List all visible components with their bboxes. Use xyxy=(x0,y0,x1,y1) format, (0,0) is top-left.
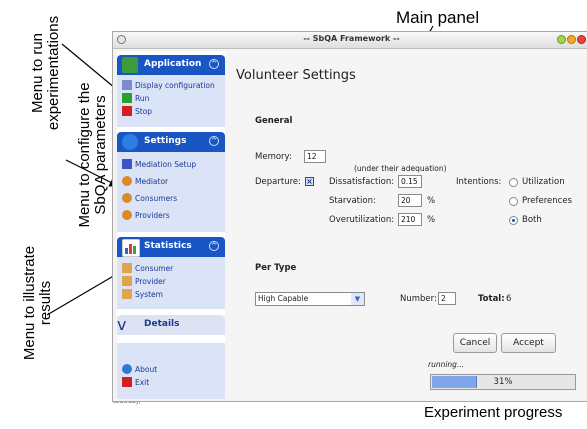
collapse-chevron-icon[interactable]: ^ xyxy=(209,241,219,251)
dissatisfaction-label: Dissatisfaction: xyxy=(329,177,395,187)
progress-label: 31% xyxy=(493,377,513,387)
radio-both[interactable] xyxy=(509,216,518,225)
users-icon xyxy=(122,210,132,220)
adequation-note: (under their adequation) xyxy=(354,164,447,173)
preferences-option-label: Preferences xyxy=(522,196,572,206)
sidebar-item-consumer-stats[interactable]: Consumer xyxy=(122,263,173,276)
statistics-group: Consumer Provider System xyxy=(117,257,225,309)
display-config-icon xyxy=(122,80,132,90)
per-type-heading: Per Type xyxy=(255,263,297,273)
intentions-label: Intentions: xyxy=(456,177,502,187)
sidebar-item-provider-stats[interactable]: Provider xyxy=(122,276,166,289)
starvation-input[interactable]: 20 xyxy=(398,194,422,207)
overutilization-unit: % xyxy=(427,215,436,225)
sidebar-item-about[interactable]: About xyxy=(122,364,157,377)
collapse-chevron-icon[interactable]: ^ xyxy=(209,136,219,146)
total-label: Total: xyxy=(478,294,505,304)
application-header-label: Application xyxy=(144,59,202,69)
title-bar[interactable]: -- SbQA Framework -- xyxy=(113,32,587,49)
sidebar-item-consumers[interactable]: Consumers xyxy=(122,193,177,206)
details-header-label: Details xyxy=(144,319,180,329)
maximize-button[interactable] xyxy=(567,35,576,44)
both-option-label: Both xyxy=(522,215,542,225)
green-flag-icon xyxy=(122,93,132,103)
departure-label: Departure: xyxy=(255,177,301,187)
main-panel: Volunteer Settings General Memory: 12 (u… xyxy=(226,49,587,400)
minimize-button[interactable] xyxy=(557,35,566,44)
number-input[interactable]: 2 xyxy=(438,292,456,305)
collapse-chevron-icon[interactable]: ^ xyxy=(209,59,219,69)
user-icon xyxy=(122,289,132,299)
details-section-header[interactable]: Details v xyxy=(117,315,225,335)
memory-input[interactable]: 12 xyxy=(304,150,326,163)
departure-checkbox[interactable]: × xyxy=(305,177,314,186)
stats-menu-annotation: Menu to illustrate results xyxy=(21,245,54,361)
application-section-header[interactable]: Application ^ xyxy=(117,55,225,75)
settings-header-label: Settings xyxy=(144,136,187,146)
sidebar-item-exit[interactable]: Exit xyxy=(122,377,149,390)
type-select-value: High Capable xyxy=(258,294,309,303)
overutilization-input[interactable]: 210 xyxy=(398,213,422,226)
sidebar-item-mediator[interactable]: Mediator xyxy=(122,176,168,189)
overutilization-label: Overutilization: xyxy=(329,215,395,225)
sidebar: Application ^ Display configuration Run … xyxy=(117,51,225,399)
user-icon xyxy=(122,263,132,273)
red-flag-icon xyxy=(122,106,132,116)
app-window: -- SbQA Framework -- Application ^ Displ… xyxy=(112,31,587,402)
bar-chart-icon xyxy=(122,239,140,257)
number-label: Number: xyxy=(400,294,437,304)
run-menu-annotation: Menu to run experimentations xyxy=(29,15,62,131)
config-menu-annotation: Menu to configure the SbQA parameters xyxy=(76,82,109,228)
application-icon xyxy=(122,57,138,73)
sidebar-item-system-stats[interactable]: System xyxy=(122,289,163,302)
mediation-setup-icon xyxy=(122,159,132,169)
exit-icon xyxy=(122,377,132,387)
dissatisfaction-input[interactable]: 0.15 xyxy=(398,175,422,188)
settings-section-header[interactable]: Settings ^ xyxy=(117,132,225,152)
sidebar-item-providers[interactable]: Providers xyxy=(122,210,170,223)
close-button[interactable] xyxy=(577,35,586,44)
starvation-label: Starvation: xyxy=(329,196,376,206)
users-icon xyxy=(122,176,132,186)
sidebar-item-stop[interactable]: Stop xyxy=(122,106,152,119)
utilization-option-label: Utilization xyxy=(522,177,565,187)
settings-group: Mediation Setup Mediator Consumers Provi… xyxy=(117,152,225,232)
sidebar-item-run[interactable]: Run xyxy=(122,93,149,106)
accept-button[interactable]: Accept xyxy=(501,333,556,353)
page-title: Volunteer Settings xyxy=(236,68,356,83)
general-heading: General xyxy=(255,116,293,126)
chevron-down-icon[interactable]: ▼ xyxy=(351,292,365,306)
window-title: -- SbQA Framework -- xyxy=(303,34,400,43)
experiment-progress-annotation: Experiment progress xyxy=(424,404,563,421)
memory-label: Memory: xyxy=(255,152,292,162)
settings-icon xyxy=(122,134,138,150)
status-text: running... xyxy=(428,360,465,369)
sidebar-item-mediation-setup[interactable]: Mediation Setup xyxy=(122,159,196,172)
users-icon xyxy=(122,193,132,203)
total-value: 6 xyxy=(506,294,512,304)
progress-bar: 31% xyxy=(430,374,576,390)
user-icon xyxy=(122,276,132,286)
details-group: About Exit xyxy=(117,343,225,399)
application-group: Display configuration Run Stop xyxy=(117,75,225,127)
info-icon xyxy=(122,364,132,374)
type-select[interactable]: High Capable xyxy=(255,292,353,306)
cancel-button[interactable]: Cancel xyxy=(453,333,497,353)
sidebar-item-display-configuration[interactable]: Display configuration xyxy=(122,80,215,93)
radio-utilization[interactable] xyxy=(509,178,518,187)
statistics-section-header[interactable]: Statistics ^ xyxy=(117,237,225,257)
starvation-unit: % xyxy=(427,196,436,206)
statistics-header-label: Statistics xyxy=(144,241,192,251)
radio-preferences[interactable] xyxy=(509,197,518,206)
